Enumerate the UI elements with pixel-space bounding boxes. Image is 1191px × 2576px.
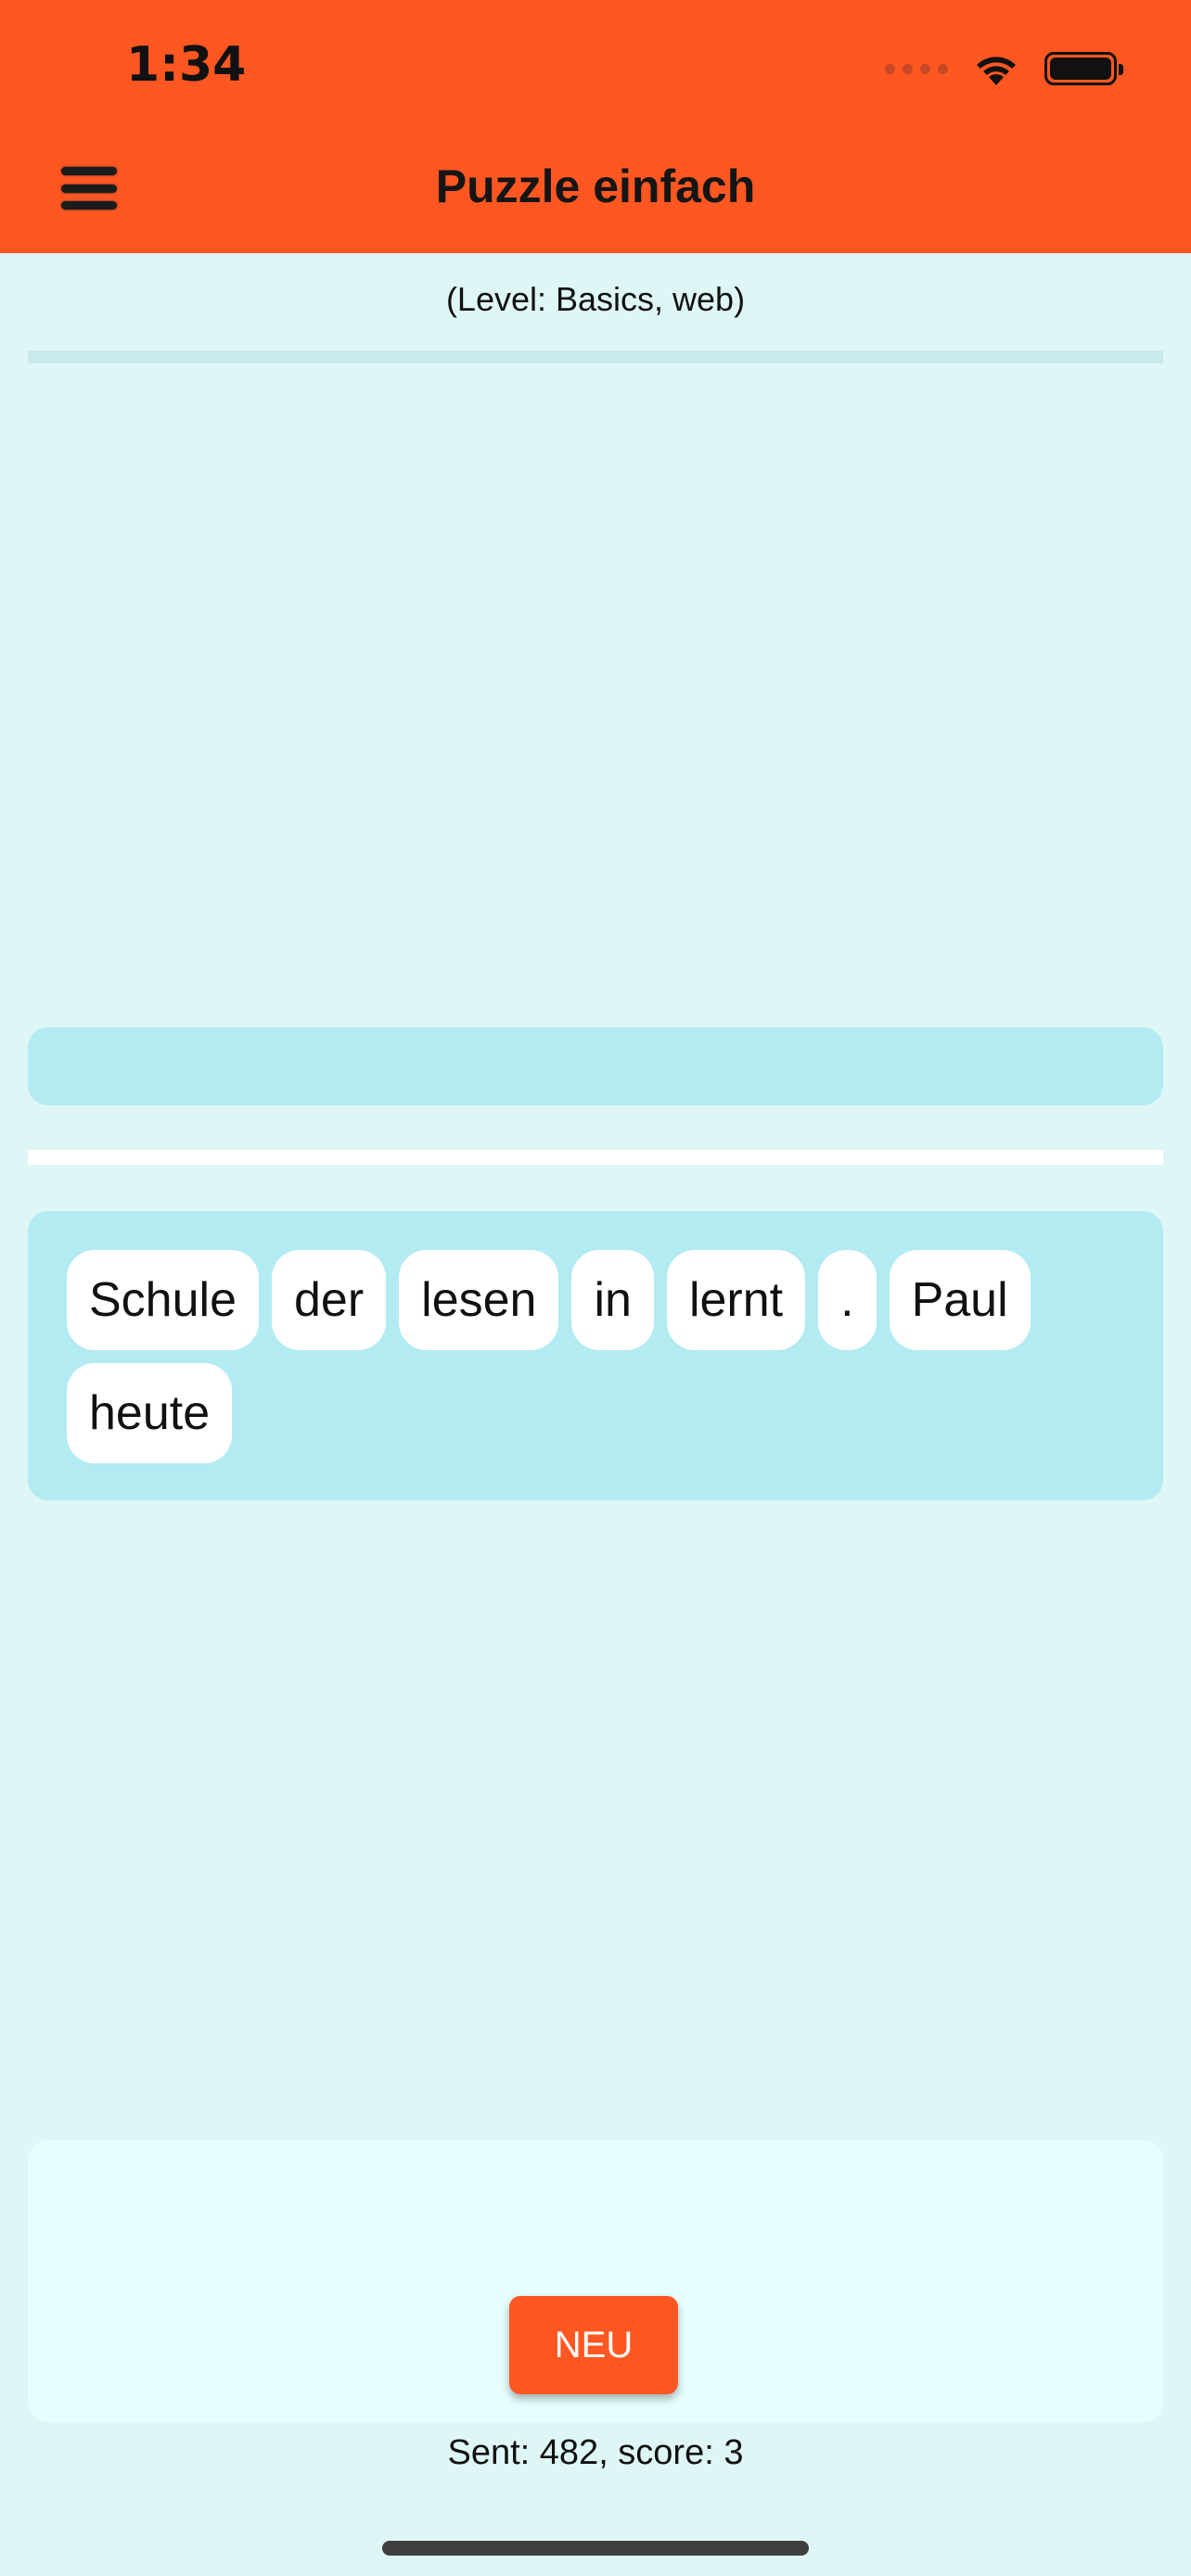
word-chip[interactable]: . (818, 1250, 877, 1350)
level-label: (Level: Basics, web) (445, 280, 746, 318)
progress-bar (28, 351, 1163, 363)
answer-drop-area[interactable] (28, 1027, 1163, 1105)
word-chip[interactable]: lernt (666, 1250, 806, 1350)
word-chip[interactable]: in (571, 1250, 654, 1350)
word-chip[interactable]: heute (67, 1363, 233, 1463)
cellular-signal-icon (885, 63, 948, 74)
word-chip[interactable]: Paul (889, 1250, 1031, 1350)
word-chip[interactable]: Schule (67, 1250, 259, 1350)
home-indicator[interactable] (382, 2541, 809, 2556)
app-header: 1:34 Puzzle einfach (0, 0, 1191, 253)
status-time: 1:34 (126, 37, 247, 93)
stats-text: Sent: 482, score: 3 (447, 2433, 744, 2472)
new-puzzle-button[interactable]: NEU (509, 2296, 678, 2394)
divider (28, 1150, 1163, 1165)
status-icons (885, 41, 1123, 96)
wifi-icon (977, 57, 1016, 85)
word-chip[interactable]: der (272, 1250, 387, 1350)
word-pool: Schule der lesen in lernt. Paul heute (28, 1211, 1163, 1500)
page-title: Puzzle einfach (435, 160, 756, 212)
battery-icon (1044, 52, 1123, 85)
word-chip[interactable]: lesen (399, 1250, 559, 1350)
